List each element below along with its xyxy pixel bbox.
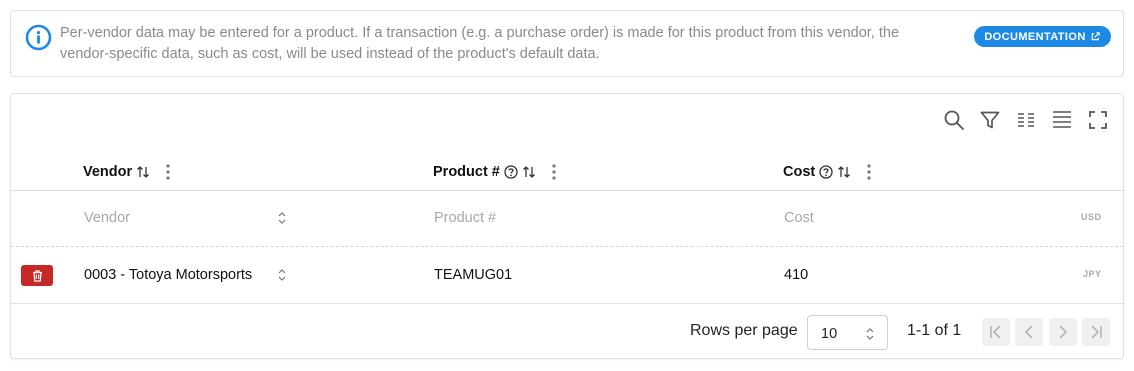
filter-icon[interactable] <box>977 107 1003 133</box>
documentation-label: DOCUMENTATION <box>984 30 1086 43</box>
column-header-product[interactable]: Product # <box>433 162 556 182</box>
row-divider <box>11 246 1123 247</box>
chevron-updown-icon <box>866 328 874 340</box>
previous-page-button[interactable] <box>1015 318 1043 346</box>
rows-per-page-select[interactable]: 10 <box>807 315 888 350</box>
header-divider <box>11 190 1123 191</box>
vendor-select-placeholder[interactable]: Vendor <box>84 210 130 226</box>
column-menu-icon[interactable] <box>867 164 871 180</box>
last-page-icon <box>1091 325 1102 339</box>
help-icon[interactable] <box>504 165 518 179</box>
rows-per-page-label: Rows per page <box>690 322 798 339</box>
pagination-range: 1-1 of 1 <box>907 322 962 339</box>
search-icon[interactable] <box>941 107 967 133</box>
sort-icon[interactable] <box>136 165 150 179</box>
rows-per-page-value: 10 <box>821 326 838 342</box>
info-message: Per-vendor data may be entered for a pro… <box>60 25 900 62</box>
column-header-vendor[interactable]: Vendor <box>83 162 170 182</box>
columns-icon[interactable] <box>1013 107 1039 133</box>
column-menu-icon[interactable] <box>166 164 170 180</box>
currency-code: JPY <box>1083 269 1102 279</box>
currency-code: USD <box>1081 212 1102 222</box>
fullscreen-icon[interactable] <box>1085 107 1111 133</box>
cost-input-placeholder[interactable]: Cost <box>784 210 814 226</box>
chevron-updown-icon[interactable] <box>277 268 287 282</box>
chevron-right-icon <box>1059 325 1068 339</box>
first-page-button[interactable] <box>982 318 1010 346</box>
external-link-icon <box>1091 32 1100 41</box>
delete-row-button[interactable] <box>21 265 53 286</box>
footer-divider <box>11 303 1123 304</box>
chevron-updown-icon[interactable] <box>277 211 287 225</box>
documentation-button[interactable]: DOCUMENTATION <box>974 26 1111 47</box>
first-page-icon <box>990 325 1001 339</box>
density-icon[interactable] <box>1049 107 1075 133</box>
product-cell[interactable]: TEAMUG01 <box>434 267 512 283</box>
last-page-button[interactable] <box>1082 318 1110 346</box>
column-menu-icon[interactable] <box>552 164 556 180</box>
help-icon[interactable] <box>819 165 833 179</box>
info-icon <box>25 24 52 51</box>
column-header-cost[interactable]: Cost <box>783 162 871 182</box>
column-label: Product # <box>433 164 500 180</box>
sort-icon[interactable] <box>522 165 536 179</box>
product-input-placeholder[interactable]: Product # <box>434 210 496 226</box>
vendor-cell[interactable]: 0003 - Totoya Motorsports <box>84 267 252 283</box>
cost-cell[interactable]: 410 <box>784 267 808 283</box>
next-page-button[interactable] <box>1049 318 1077 346</box>
chevron-left-icon <box>1024 325 1033 339</box>
column-label: Cost <box>783 164 816 180</box>
column-label: Vendor <box>83 164 133 180</box>
vendor-data-table: Vendor Product # Cost Vendor Product # C… <box>10 93 1124 359</box>
info-banner: Per-vendor data may be entered for a pro… <box>10 10 1124 77</box>
sort-icon[interactable] <box>837 165 851 179</box>
trash-icon <box>32 269 42 282</box>
